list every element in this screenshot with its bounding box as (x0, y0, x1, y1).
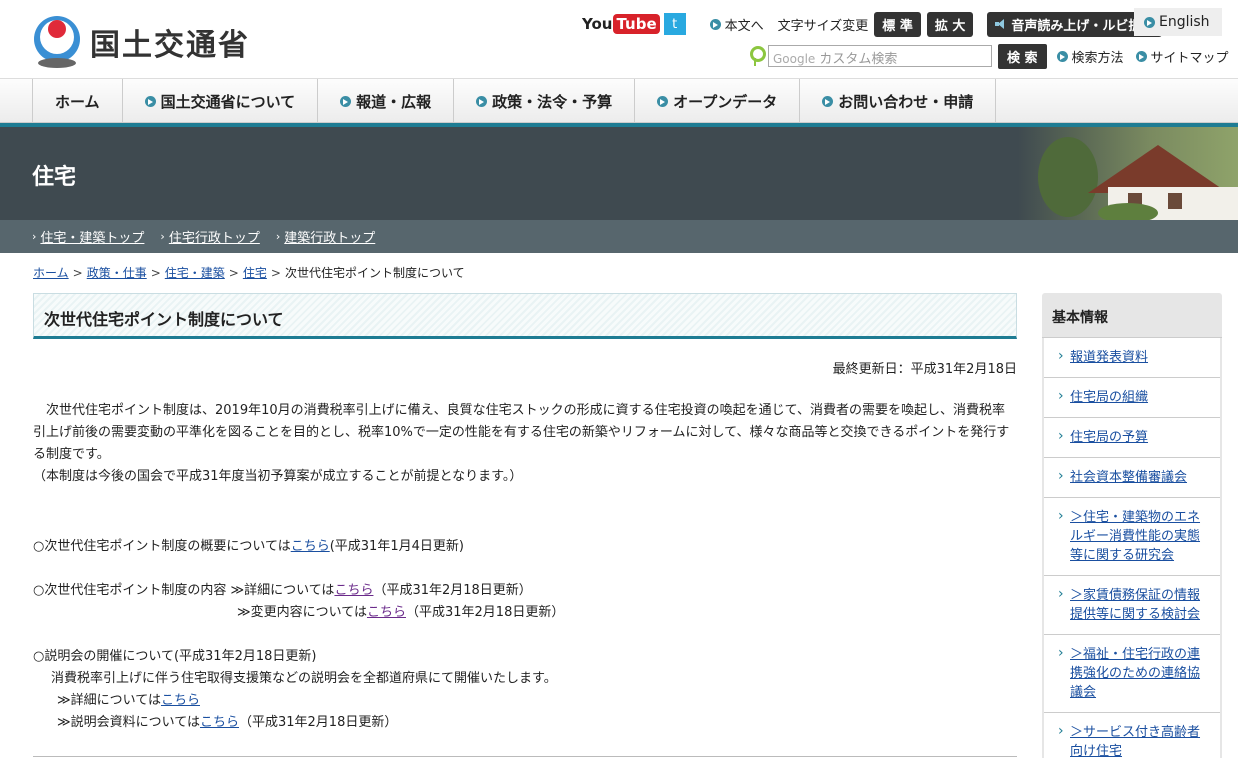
sitemap-link[interactable]: サイトマップ (1135, 47, 1229, 66)
header-utility-top: You Tube t 本文へ 文字サイズ変更 標 準 拡 大 音声読み上げ・ルビ… (582, 11, 1163, 37)
breadcrumb-home[interactable]: ホーム (33, 264, 69, 281)
arrow-bullet-icon (144, 95, 156, 107)
arrow-bullet-icon (822, 95, 834, 107)
breadcrumb-housing-building[interactable]: 住宅・建築 (165, 264, 225, 281)
page-title: 次世代住宅ポイント制度について (44, 310, 284, 329)
arrow-bullet-icon (709, 18, 721, 30)
arrow-bullet-icon (340, 95, 352, 107)
nav-item-press[interactable]: 報道・広報 (318, 79, 455, 123)
header-utility-bottom: Google カスタム検索 検 索 検索方法 サイトマップ (748, 43, 1229, 69)
breadcrumb-housing[interactable]: 住宅 (243, 264, 267, 281)
section-banner: 住宅 (0, 127, 1238, 220)
sidebar-title: 基本情報 (1042, 293, 1222, 338)
sidebar-item-energy-study[interactable]: ＞住宅・建築物のエネルギー消費性能の実態等に関する研究会 (1044, 498, 1220, 576)
nav-item-policy[interactable]: 政策・法令・予算 (454, 79, 636, 123)
mlit-logo-icon (32, 14, 82, 70)
sidebar-item-council[interactable]: 社会資本整備審議会 (1044, 458, 1220, 498)
sidebar-item-welfare-council[interactable]: ＞福祉・住宅行政の連携強化のための連絡協議会 (1044, 635, 1220, 713)
font-standard-button[interactable]: 標 準 (874, 11, 921, 37)
font-large-button[interactable]: 拡 大 (926, 11, 974, 37)
section-subnav: › 住宅・建築トップ › 住宅行政トップ › 建築行政トップ (0, 220, 1238, 253)
font-size-label: 文字サイズ変更 (777, 18, 869, 34)
site-header: 国土交通省 You Tube t 本文へ 文字サイズ変更 標 準 拡 大 音声読… (0, 0, 1238, 78)
nav-item-about[interactable]: 国土交通省について (123, 79, 319, 123)
chevron-right-icon: › (275, 230, 281, 243)
briefing-material-line: ≫説明会資料についてはこちら（平成31年2月18日更新） (57, 715, 398, 730)
changes-line: ≫変更内容についてはこちら（平成31年2月18日更新） (237, 605, 565, 620)
briefing-text: 消費税率引上げに伴う住宅取得支援策などの説明会を全都道府県にて開催いたします。 (51, 671, 557, 686)
sidebar-item-budget[interactable]: 住宅局の予算 (1044, 418, 1220, 458)
arrow-bullet-icon (1135, 50, 1147, 62)
logo-text: 国土交通省 (90, 28, 250, 63)
speaker-icon (995, 19, 1007, 29)
mlit-logo[interactable]: 国土交通省 (32, 14, 250, 70)
arrow-bullet-icon (1144, 16, 1155, 28)
skip-to-content-link[interactable]: 本文へ (709, 15, 764, 34)
subnav-link-housing-admin-top[interactable]: 住宅行政トップ (169, 227, 260, 246)
page-title-box: 次世代住宅ポイント制度について (33, 293, 1017, 339)
arrow-bullet-icon (657, 95, 669, 107)
chevron-right-icon: › (32, 230, 37, 243)
arrow-bullet-icon (476, 95, 488, 107)
house-photo (1018, 127, 1238, 220)
subnav-link-building-admin-top[interactable]: 建築行政トップ (284, 227, 375, 246)
subnav-link-housing-building-top[interactable]: 住宅・建築トップ (40, 227, 144, 246)
briefing-material-link[interactable]: こちら (200, 715, 239, 730)
english-link[interactable]: English (1134, 8, 1222, 36)
overview-link[interactable]: こちら (291, 539, 330, 554)
breadcrumb-policy[interactable]: 政策・仕事 (87, 264, 147, 281)
breadcrumb-current: 次世代住宅ポイント制度について (284, 266, 465, 280)
breadcrumb: ホーム > 政策・仕事 > 住宅・建築 > 住宅 > 次世代住宅ポイント制度につ… (33, 264, 465, 281)
changes-link[interactable]: こちら (367, 605, 406, 620)
global-nav: ホーム 国土交通省について 報道・広報 政策・法令・予算 オープンデータ お問い… (0, 78, 1238, 123)
twitter-icon[interactable]: t (663, 13, 686, 35)
last-updated: 最終更新日：平成31年2月18日 (832, 362, 1017, 377)
section-title: 住宅 (32, 165, 77, 190)
sidebar-item-press-releases[interactable]: 報道発表資料 (1044, 338, 1220, 378)
youtube-link[interactable]: You Tube (582, 14, 660, 34)
youtube-icon: You (582, 15, 613, 33)
arrow-bullet-icon (1056, 50, 1068, 62)
sidebar: 基本情報 報道発表資料 住宅局の組織 住宅局の予算 社会資本整備審議会 ＞住宅・… (1042, 293, 1222, 758)
content-divider (33, 756, 1017, 757)
intro-text: 次世代住宅ポイント制度は、2019年10月の消費税率引上げに備え、良質な住宅スト… (33, 403, 1010, 484)
search-button[interactable]: 検 索 (998, 43, 1047, 69)
nav-item-contact[interactable]: お問い合わせ・申請 (800, 79, 997, 123)
sidebar-item-rent-guarantee[interactable]: ＞家賃債務保証の情報提供等に関する検討会 (1044, 576, 1220, 635)
sidebar-item-organization[interactable]: 住宅局の組織 (1044, 378, 1220, 418)
briefing-detail-link[interactable]: こちら (161, 693, 200, 708)
location-pin-icon (748, 46, 766, 66)
overview-line: ○次世代住宅ポイント制度の概要についてはこちら(平成31年1月4日更新) (33, 539, 464, 554)
search-method-link[interactable]: 検索方法 (1056, 47, 1124, 66)
contents-line: ○次世代住宅ポイント制度の内容 ≫詳細についてはこちら（平成31年2月18日更新… (33, 583, 532, 598)
search-input[interactable]: Google カスタム検索 (768, 45, 992, 67)
briefing-detail-line: ≫詳細についてはこちら (57, 693, 200, 708)
nav-item-open-data[interactable]: オープンデータ (635, 79, 801, 123)
contents-detail-link[interactable]: こちら (334, 583, 373, 598)
sidebar-item-elderly-housing[interactable]: ＞サービス付き高齢者向け住宅 (1044, 713, 1220, 758)
briefing-heading: ○説明会の開催について(平成31年2月18日更新) (33, 649, 317, 664)
chevron-right-icon: › (160, 230, 165, 243)
nav-item-home[interactable]: ホーム (33, 79, 123, 123)
